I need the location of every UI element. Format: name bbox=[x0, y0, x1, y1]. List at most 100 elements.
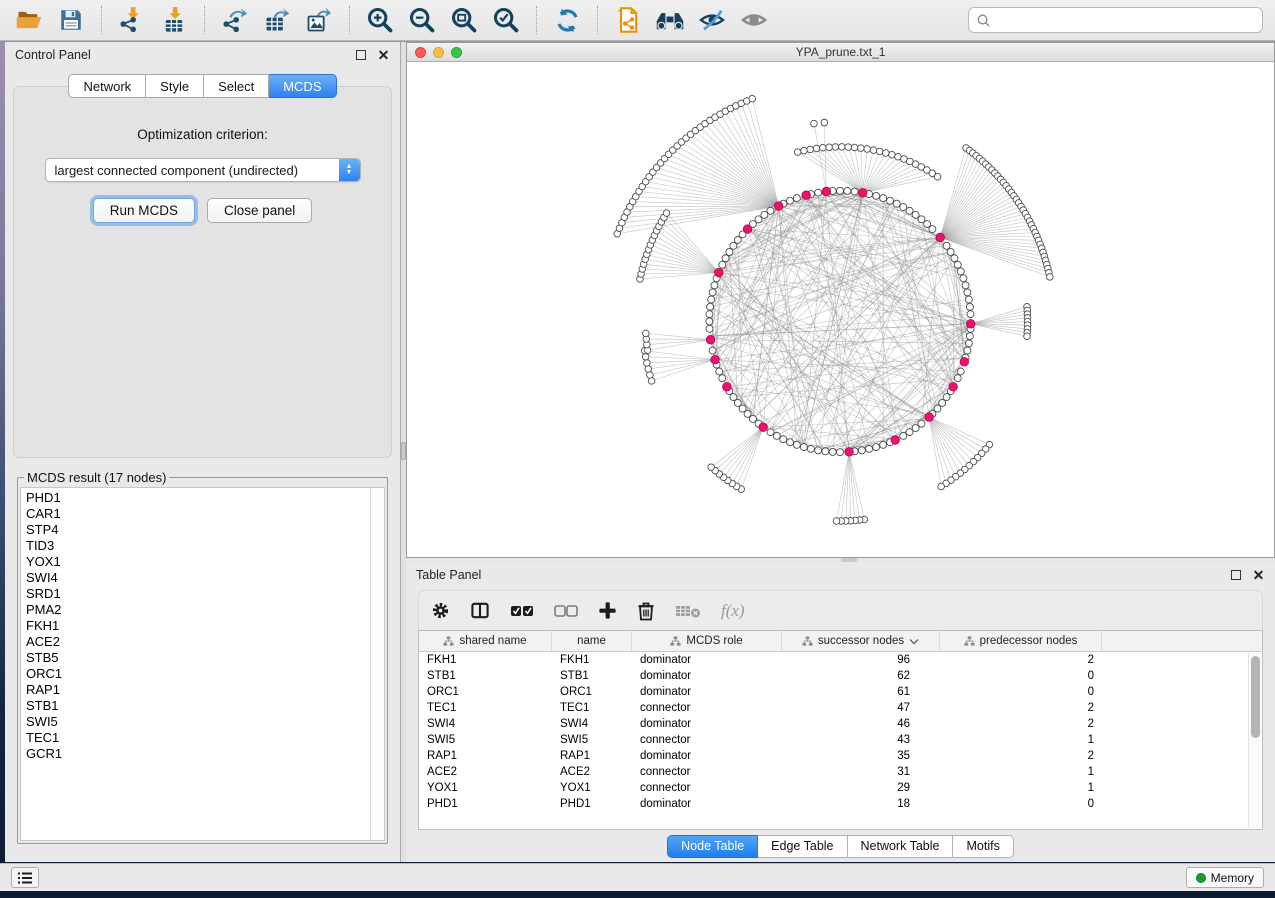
table-cell[interactable]: ORC1 bbox=[419, 684, 552, 700]
table-row[interactable]: ORC1ORC1dominator610 bbox=[419, 684, 1262, 700]
table-cell[interactable]: 31 bbox=[782, 764, 940, 780]
table-cell[interactable]: 2 bbox=[940, 652, 1102, 668]
export-network-button[interactable] bbox=[218, 4, 252, 36]
mcds-result-item[interactable]: TID3 bbox=[26, 538, 370, 554]
table-row[interactable]: TEC1TEC1connector472 bbox=[419, 700, 1262, 716]
table-cell[interactable]: TEC1 bbox=[552, 700, 632, 716]
table-cell[interactable]: FKH1 bbox=[552, 652, 632, 668]
table-cell[interactable]: 46 bbox=[782, 716, 940, 732]
tab-node-table[interactable]: Node Table bbox=[667, 835, 758, 858]
delete-column-button[interactable] bbox=[637, 601, 655, 621]
close-panel-button[interactable]: ✕ bbox=[377, 49, 390, 62]
import-network-button[interactable] bbox=[115, 4, 149, 36]
add-column-button[interactable] bbox=[598, 601, 617, 620]
table-row[interactable]: FKH1FKH1dominator962 bbox=[419, 652, 1262, 668]
table-cell[interactable]: ACE2 bbox=[552, 764, 632, 780]
table-cell[interactable]: 47 bbox=[782, 700, 940, 716]
table-cell[interactable]: 35 bbox=[782, 748, 940, 764]
select-all-button[interactable] bbox=[510, 603, 534, 619]
table-cell[interactable]: dominator bbox=[632, 796, 782, 812]
tab-edge-table[interactable]: Edge Table bbox=[758, 835, 847, 858]
export-table-button[interactable] bbox=[260, 4, 294, 36]
table-cell[interactable]: SWI4 bbox=[419, 716, 552, 732]
column-header-successor-nodes[interactable]: successor nodes bbox=[782, 631, 940, 651]
result-list-scrollbar[interactable] bbox=[370, 488, 384, 840]
close-table-panel-button[interactable]: ✕ bbox=[1252, 569, 1265, 582]
table-row[interactable]: YOX1YOX1connector291 bbox=[419, 780, 1262, 796]
table-cell[interactable]: SWI4 bbox=[552, 716, 632, 732]
mcds-result-item[interactable]: SWI4 bbox=[26, 570, 370, 586]
column-header-predecessor-nodes[interactable]: predecessor nodes bbox=[940, 631, 1102, 651]
table-cell[interactable]: dominator bbox=[632, 668, 782, 684]
tab-select[interactable]: Select bbox=[204, 74, 269, 98]
search-binoculars-button[interactable] bbox=[653, 4, 687, 36]
horizontal-splitter[interactable] bbox=[406, 558, 1275, 562]
table-cell[interactable]: 1 bbox=[940, 780, 1102, 796]
tab-network[interactable]: Network bbox=[68, 74, 146, 98]
mcds-result-item[interactable]: ORC1 bbox=[26, 666, 370, 682]
mcds-result-item[interactable]: TEC1 bbox=[26, 730, 370, 746]
table-cell[interactable]: FKH1 bbox=[419, 652, 552, 668]
table-cell[interactable]: ACE2 bbox=[419, 764, 552, 780]
toolbar-search[interactable] bbox=[968, 7, 1263, 33]
network-window-titlebar[interactable]: YPA_prune.txt_1 bbox=[407, 43, 1274, 62]
table-cell[interactable]: 61 bbox=[782, 684, 940, 700]
network-graph[interactable] bbox=[407, 62, 1274, 557]
column-layout-button[interactable] bbox=[470, 601, 490, 620]
table-cell[interactable]: connector bbox=[632, 732, 782, 748]
table-cell[interactable]: connector bbox=[632, 780, 782, 796]
share-network-file-button[interactable] bbox=[611, 4, 645, 36]
mcds-result-item[interactable]: STB5 bbox=[26, 650, 370, 666]
tab-mcds[interactable]: MCDS bbox=[269, 74, 336, 98]
table-cell[interactable]: 0 bbox=[940, 684, 1102, 700]
table-cell[interactable]: 29 bbox=[782, 780, 940, 796]
table-cell[interactable]: 0 bbox=[940, 668, 1102, 684]
mcds-result-item[interactable]: CAR1 bbox=[26, 506, 370, 522]
mcds-result-item[interactable]: PMA2 bbox=[26, 602, 370, 618]
mcds-result-item[interactable]: SWI5 bbox=[26, 714, 370, 730]
save-session-button[interactable] bbox=[54, 4, 88, 36]
mcds-result-item[interactable]: SRD1 bbox=[26, 586, 370, 602]
table-cell[interactable]: YOX1 bbox=[419, 780, 552, 796]
tab-style[interactable]: Style bbox=[146, 74, 204, 98]
show-all-button[interactable] bbox=[737, 4, 771, 36]
tab-motifs[interactable]: Motifs bbox=[953, 835, 1013, 858]
table-cell[interactable]: 62 bbox=[782, 668, 940, 684]
mcds-result-item[interactable]: STP4 bbox=[26, 522, 370, 538]
table-cell[interactable]: PHD1 bbox=[419, 796, 552, 812]
table-cell[interactable]: RAP1 bbox=[552, 748, 632, 764]
table-cell[interactable]: PHD1 bbox=[552, 796, 632, 812]
memory-button[interactable]: Memory bbox=[1186, 867, 1264, 888]
mcds-result-list[interactable]: PHD1CAR1STP4TID3YOX1SWI4SRD1PMA2FKH1ACE2… bbox=[20, 487, 385, 841]
table-row[interactable]: ACE2ACE2connector311 bbox=[419, 764, 1262, 780]
table-cell[interactable]: dominator bbox=[632, 748, 782, 764]
hide-selected-button[interactable] bbox=[695, 4, 729, 36]
deselect-all-button[interactable] bbox=[554, 603, 578, 619]
float-table-panel-button[interactable] bbox=[1229, 569, 1242, 582]
table-row[interactable]: SWI5SWI5connector431 bbox=[419, 732, 1262, 748]
table-cell[interactable]: ORC1 bbox=[552, 684, 632, 700]
refresh-view-button[interactable] bbox=[550, 4, 584, 36]
table-cell[interactable]: SWI5 bbox=[419, 732, 552, 748]
table-cell[interactable]: 2 bbox=[940, 700, 1102, 716]
table-row[interactable]: PHD1PHD1dominator180 bbox=[419, 796, 1262, 812]
table-cell[interactable]: SWI5 bbox=[552, 732, 632, 748]
table-cell[interactable]: 1 bbox=[940, 764, 1102, 780]
mcds-result-item[interactable]: GCR1 bbox=[26, 746, 370, 762]
search-input[interactable] bbox=[996, 13, 1255, 27]
table-scrollbar[interactable] bbox=[1248, 653, 1261, 828]
zoom-selected-button[interactable] bbox=[489, 4, 523, 36]
table-cell[interactable]: 2 bbox=[940, 748, 1102, 764]
table-cell[interactable]: STB1 bbox=[552, 668, 632, 684]
open-session-button[interactable] bbox=[12, 4, 46, 36]
zoom-out-button[interactable] bbox=[405, 4, 439, 36]
table-cell[interactable]: RAP1 bbox=[419, 748, 552, 764]
table-cell[interactable]: 1 bbox=[940, 732, 1102, 748]
table-cell[interactable]: STB1 bbox=[419, 668, 552, 684]
table-row[interactable]: SWI4SWI4dominator462 bbox=[419, 716, 1262, 732]
zoom-fit-button[interactable] bbox=[447, 4, 481, 36]
zoom-in-button[interactable] bbox=[363, 4, 397, 36]
table-cell[interactable]: connector bbox=[632, 764, 782, 780]
import-table-button[interactable] bbox=[157, 4, 191, 36]
table-cell[interactable]: TEC1 bbox=[419, 700, 552, 716]
